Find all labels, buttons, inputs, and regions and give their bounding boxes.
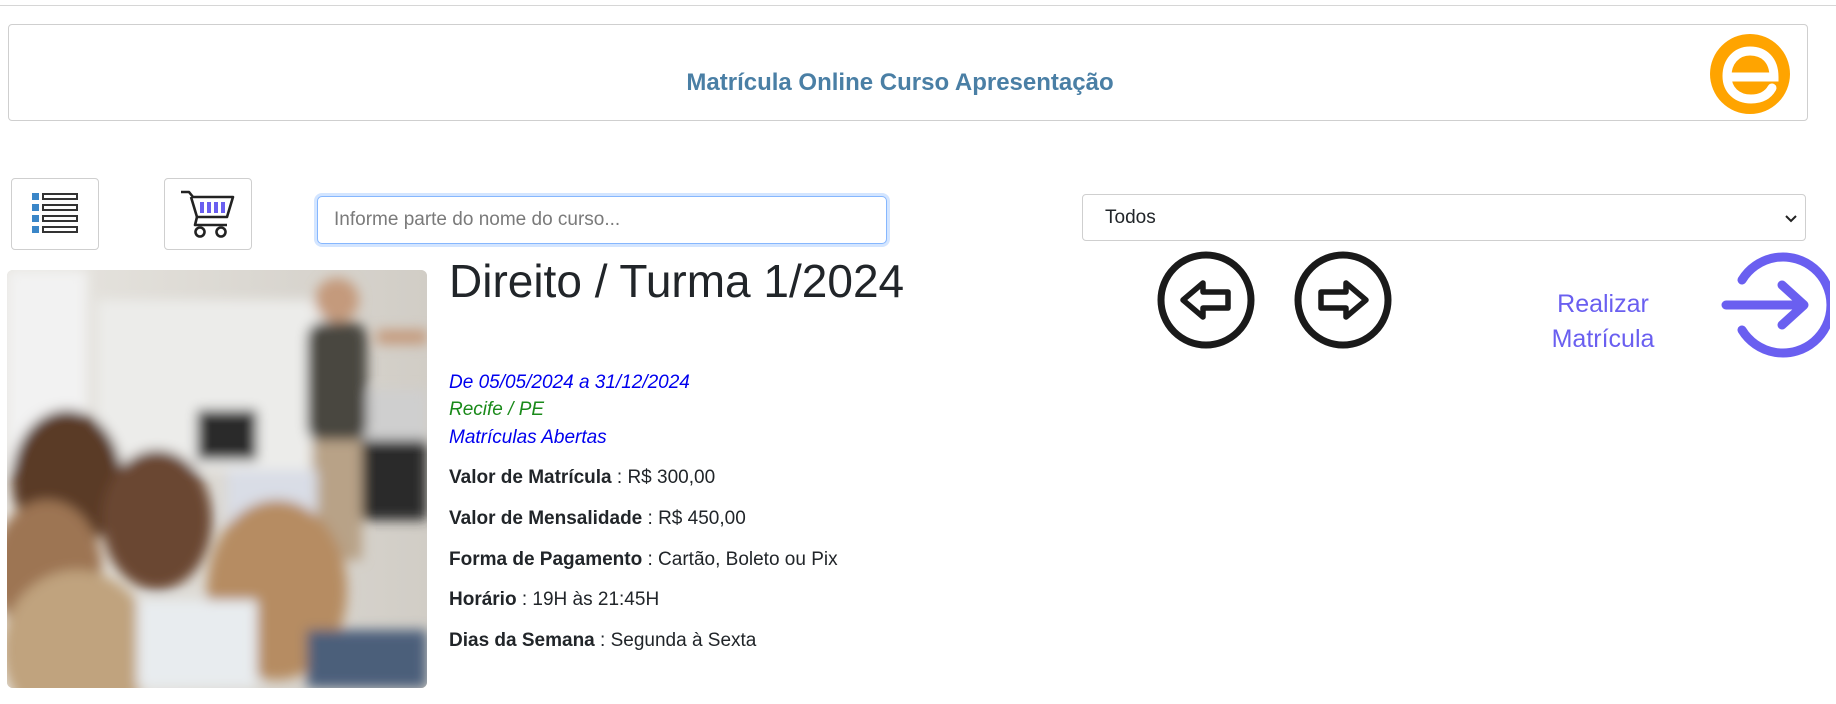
detail-schedule: Horário : 19H às 21:45H: [449, 589, 659, 611]
course-location: Recife / PE: [449, 399, 545, 420]
top-divider: [0, 5, 1836, 6]
chevron-down-icon: [1785, 215, 1797, 223]
detail-value: : R$ 450,00: [642, 508, 746, 529]
detail-value: : R$ 300,00: [611, 467, 716, 488]
arrow-right-circle-icon: [1294, 251, 1392, 349]
previous-course-button[interactable]: [1156, 250, 1256, 350]
detail-monthly-fee: Valor de Mensalidade : R$ 450,00: [449, 508, 746, 530]
category-select[interactable]: Todos: [1082, 194, 1806, 241]
cart-button[interactable]: [164, 178, 252, 250]
detail-label: Dias da Semana: [449, 630, 595, 651]
enroll-label-line1: Realizar: [1557, 290, 1649, 318]
detail-enrollment-fee: Valor de Matrícula : R$ 300,00: [449, 467, 715, 489]
enroll-button[interactable]: [1720, 250, 1830, 360]
arrow-right-circle-icon: [1721, 252, 1830, 358]
detail-value: : 19H às 21:45H: [516, 589, 660, 610]
enrollment-status: Matrículas Abertas: [449, 427, 607, 448]
detail-label: Forma de Pagamento: [449, 549, 643, 570]
page-title: Matrícula Online Curso Apresentação: [686, 69, 1114, 96]
detail-weekdays: Dias da Semana : Segunda à Sexta: [449, 630, 756, 652]
shopping-cart-icon: [181, 190, 235, 238]
arrow-left-circle-icon: [1157, 251, 1255, 349]
course-dates: De 05/05/2024 a 31/12/2024: [449, 372, 690, 393]
detail-label: Valor de Matrícula: [449, 467, 612, 488]
next-course-button[interactable]: [1293, 250, 1393, 350]
list-view-button[interactable]: [11, 178, 99, 250]
detail-label: Valor de Mensalidade: [449, 508, 643, 529]
detail-value: : Segunda à Sexta: [594, 630, 757, 651]
course-image: [7, 270, 427, 688]
detail-value: : Cartão, Boleto ou Pix: [642, 549, 838, 570]
course-search-input[interactable]: [317, 196, 887, 244]
enroll-link[interactable]: Realizar Matrícula: [1533, 287, 1673, 357]
list-icon: [32, 193, 78, 233]
detail-payment-method: Forma de Pagamento : Cartão, Boleto ou P…: [449, 549, 838, 571]
category-select-value: Todos: [1105, 206, 1156, 228]
detail-label: Horário: [449, 589, 517, 610]
brand-logo-icon: [1710, 34, 1790, 114]
enroll-label-line2: Matrícula: [1551, 325, 1655, 353]
course-title: Direito / Turma 1/2024: [449, 255, 905, 307]
